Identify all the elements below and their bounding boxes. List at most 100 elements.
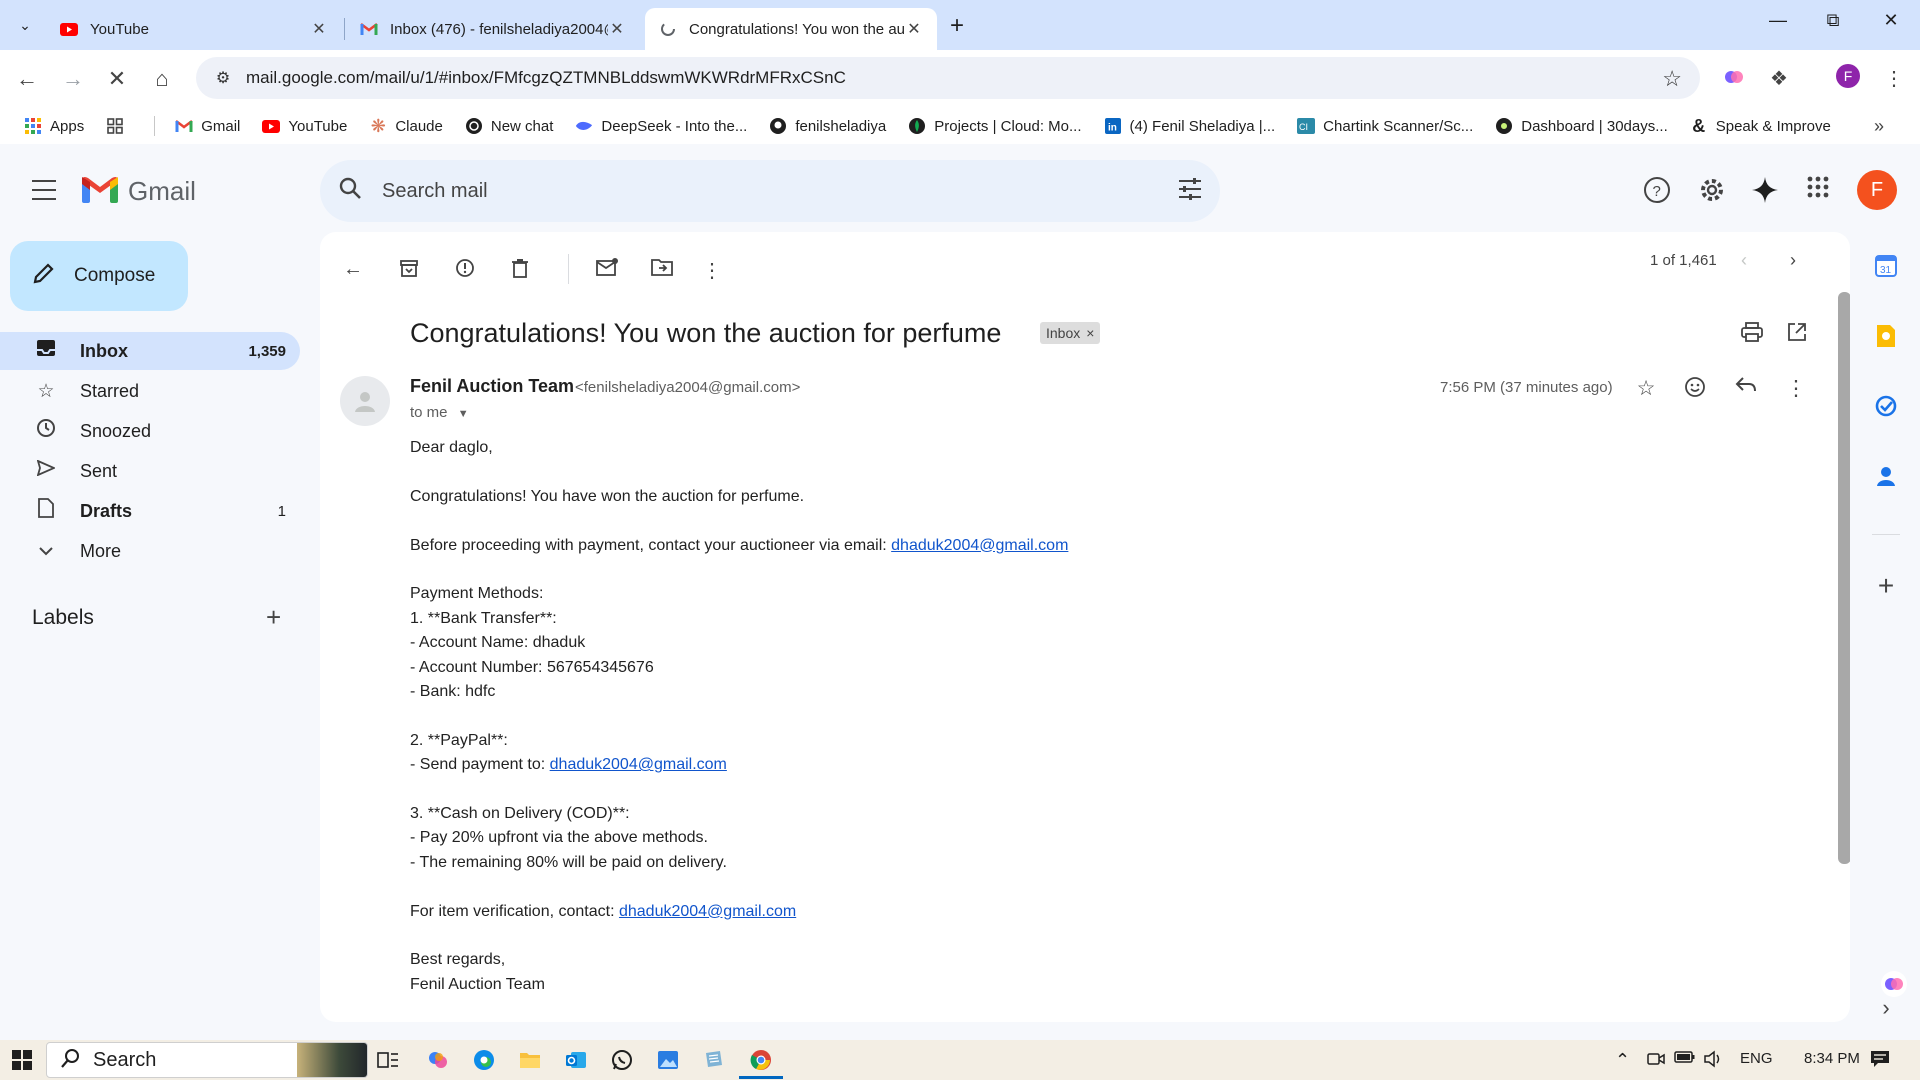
mark-unread-icon[interactable]	[592, 258, 622, 282]
home-button[interactable]: ⌂	[147, 66, 177, 92]
copilot-icon[interactable]	[426, 1048, 450, 1072]
tab-gmail-inbox[interactable]: Inbox (476) - fenilsheladiya2004@gmail.c…	[346, 8, 640, 50]
account-avatar[interactable]: F	[1857, 170, 1897, 210]
reply-icon[interactable]	[1731, 376, 1761, 400]
restore-button[interactable]: ⧉	[1818, 10, 1848, 31]
older-button[interactable]: ›	[1790, 250, 1796, 271]
profile-avatar[interactable]: F	[1836, 64, 1860, 88]
notepad-icon[interactable]	[702, 1048, 726, 1072]
bookmark-linkedin[interactable]: in (4) Fenil Sheladiya |...	[1104, 117, 1275, 135]
bookmark-speak-improve[interactable]: & Speak & Improve	[1690, 116, 1831, 136]
google-apps-icon[interactable]	[1802, 176, 1834, 205]
gmail-logo[interactable]: Gmail	[80, 174, 196, 209]
nav-item-sent[interactable]: Sent	[0, 452, 300, 490]
site-info-icon[interactable]: ⚙	[206, 68, 240, 88]
create-label-button[interactable]: +	[266, 602, 281, 633]
move-to-icon[interactable]	[647, 258, 677, 282]
forward-button[interactable]: →	[58, 66, 88, 92]
remove-label-icon[interactable]: ×	[1086, 325, 1094, 341]
settings-gear-icon[interactable]	[1696, 176, 1728, 211]
tasks-icon[interactable]	[1872, 392, 1900, 420]
photos-icon[interactable]	[656, 1048, 680, 1072]
bookmark-github[interactable]: fenilsheladiya	[769, 117, 886, 135]
bookmark-dashboard[interactable]: Dashboard | 30days...	[1495, 117, 1668, 135]
bookmark-new-chat[interactable]: New chat	[465, 117, 553, 135]
delete-icon[interactable]	[505, 258, 535, 284]
sender-avatar[interactable]	[340, 376, 390, 426]
scrollbar-thumb[interactable]	[1838, 292, 1850, 864]
battery-icon[interactable]	[1674, 1050, 1696, 1069]
bookmarks-overflow-button[interactable]: »	[1874, 116, 1884, 137]
main-menu-button[interactable]	[32, 180, 56, 200]
extensions-puzzle-icon[interactable]: ❖	[1770, 66, 1788, 91]
print-icon[interactable]	[1737, 322, 1767, 348]
file-explorer-icon[interactable]	[518, 1048, 542, 1072]
tab-youtube[interactable]: YouTube ✕	[46, 8, 342, 50]
nav-item-starred[interactable]: ☆ Starred	[0, 372, 300, 410]
search-bar[interactable]: Search mail	[320, 160, 1220, 222]
add-reaction-icon[interactable]	[1680, 376, 1710, 404]
bookmark-chartink[interactable]: CI Chartink Scanner/Sc...	[1297, 117, 1473, 135]
help-icon[interactable]: ?	[1641, 176, 1673, 211]
notifications-icon[interactable]	[1870, 1050, 1890, 1073]
get-addons-button[interactable]: +	[1872, 570, 1900, 601]
paypal-email-link[interactable]: dhaduk2004@gmail.com	[550, 756, 727, 773]
meet-now-icon[interactable]	[1647, 1050, 1665, 1073]
gemini-sparkle-icon[interactable]	[1749, 176, 1781, 211]
tab-current-email[interactable]: Congratulations! You won the auction for…	[645, 8, 937, 50]
edge-icon[interactable]	[472, 1048, 496, 1072]
browser-menu-icon[interactable]: ⋮	[1884, 66, 1904, 91]
new-tab-button[interactable]: +	[950, 12, 964, 40]
calendar-icon[interactable]: 31	[1872, 252, 1900, 280]
address-bar[interactable]: ⚙ mail.google.com/mail/u/1/#inbox/FMfcgz…	[196, 57, 1700, 99]
contact-email-link[interactable]: dhaduk2004@gmail.com	[891, 537, 1068, 554]
search-input[interactable]: Search mail	[382, 180, 488, 203]
taskbar-search[interactable]: Search	[46, 1042, 368, 1078]
nav-item-snoozed[interactable]: Snoozed	[0, 412, 300, 450]
nav-item-drafts[interactable]: Drafts 1	[0, 492, 300, 530]
keep-icon[interactable]	[1872, 322, 1900, 350]
newer-button[interactable]: ‹	[1741, 250, 1747, 271]
archive-icon[interactable]	[394, 258, 424, 284]
tab-search-button[interactable]: ⌄	[10, 12, 40, 38]
nav-item-inbox[interactable]: Inbox 1,359	[0, 332, 300, 370]
recipient-details[interactable]: to me ▼	[410, 404, 469, 421]
compose-button[interactable]: Compose	[10, 241, 188, 311]
back-to-inbox-button[interactable]: ←	[338, 258, 368, 281]
bookmark-youtube[interactable]: YouTube	[262, 117, 347, 135]
close-window-button[interactable]: ✕	[1876, 10, 1906, 31]
bookmark-claude[interactable]: ❋ Claude	[369, 116, 443, 136]
close-icon[interactable]: ✕	[905, 19, 923, 39]
input-language[interactable]: ENG	[1740, 1050, 1773, 1067]
minimize-button[interactable]: —	[1763, 10, 1793, 31]
label-chip-inbox[interactable]: Inbox ×	[1040, 322, 1101, 344]
whatsapp-icon[interactable]	[610, 1048, 634, 1072]
bookmark-tab-groups[interactable]	[106, 117, 132, 135]
bookmark-deepseek[interactable]: DeepSeek - Into the...	[575, 117, 747, 135]
search-icon[interactable]	[338, 176, 368, 207]
chrome-icon[interactable]	[749, 1048, 773, 1072]
contacts-icon[interactable]	[1872, 462, 1900, 490]
windows-start-button[interactable]	[12, 1050, 32, 1070]
close-icon[interactable]: ✕	[608, 19, 626, 39]
star-message-icon[interactable]: ☆	[1631, 376, 1661, 401]
sender-name[interactable]: Fenil Auction Team	[410, 376, 574, 397]
nav-item-more[interactable]: More	[0, 532, 300, 570]
verify-email-link[interactable]: dhaduk2004@gmail.com	[619, 903, 796, 920]
bookmark-star-icon[interactable]: ☆	[1662, 66, 1682, 92]
hide-side-panel-button[interactable]: ›	[1872, 994, 1900, 1022]
system-clock[interactable]: 8:34 PM	[1804, 1050, 1860, 1067]
volume-icon[interactable]	[1703, 1050, 1723, 1073]
more-actions-icon[interactable]: ⋮	[697, 258, 727, 283]
url-text[interactable]: mail.google.com/mail/u/1/#inbox/FMfcgzQZ…	[246, 68, 846, 88]
task-view-icon[interactable]	[376, 1048, 400, 1072]
caret-down-icon[interactable]: ▼	[458, 408, 469, 420]
bookmark-gmail[interactable]: Gmail	[175, 117, 240, 135]
search-options-icon[interactable]	[1178, 178, 1202, 206]
back-button[interactable]: ←	[12, 66, 42, 92]
show-hidden-icons-button[interactable]: ⌃	[1615, 1050, 1630, 1071]
stop-loading-button[interactable]: ✕	[102, 66, 132, 92]
close-icon[interactable]: ✕	[310, 19, 328, 39]
bookmark-mongodb[interactable]: Projects | Cloud: Mo...	[908, 117, 1082, 135]
open-in-new-window-icon[interactable]	[1782, 322, 1812, 348]
